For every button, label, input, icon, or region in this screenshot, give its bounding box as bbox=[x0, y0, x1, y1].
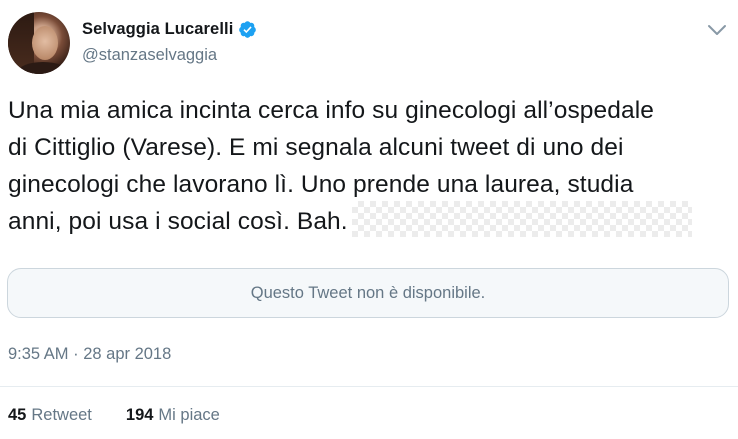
quoted-tweet-unavailable-label: Questo Tweet non è disponibile. bbox=[250, 283, 486, 302]
avatar-face bbox=[32, 26, 58, 60]
redacted-image-placeholder bbox=[351, 200, 692, 237]
quoted-tweet-unavailable[interactable]: Questo Tweet non è disponibile. bbox=[7, 268, 729, 318]
tweet-text-line-content: anni, poi usa i social così. Bah. bbox=[8, 208, 348, 235]
retweets-label: Retweet bbox=[31, 406, 92, 424]
author-handle[interactable]: @stanzaselvaggia bbox=[82, 46, 217, 65]
tweet-text-line: Una mia amica incinta cerca info su gine… bbox=[8, 97, 654, 124]
likes-count: 194 bbox=[125, 406, 154, 424]
avatar-shoulders bbox=[18, 62, 68, 74]
author-name-row[interactable]: Selvaggia Lucarelli bbox=[82, 20, 257, 39]
divider bbox=[0, 386, 738, 387]
verified-badge-icon bbox=[239, 21, 257, 38]
avatar[interactable] bbox=[8, 12, 70, 74]
retweets-count: 45 bbox=[8, 406, 27, 424]
tweet-timestamp[interactable]: 9:35 AM · 28 apr 2018 bbox=[8, 345, 171, 364]
likes-label: Mi piace bbox=[158, 406, 220, 424]
tweet-stats: 45 Retweet 194 Mi piace bbox=[8, 406, 254, 425]
chevron-down-icon[interactable] bbox=[706, 22, 728, 38]
tweet-text-line: anni, poi usa i social così. Bah. bbox=[8, 200, 728, 241]
tweet-text-line: ginecologi che lavorano lì. Uno prende u… bbox=[8, 171, 634, 198]
author-display-name[interactable]: Selvaggia Lucarelli bbox=[82, 20, 233, 39]
likes-stat[interactable]: 194 Mi piace bbox=[126, 406, 220, 425]
retweets-stat[interactable]: 45 Retweet bbox=[8, 406, 92, 425]
tweet-text-line: di Cittiglio (Varese). E mi segnala alcu… bbox=[8, 134, 624, 161]
tweet-card: Selvaggia Lucarelli @stanzaselvaggia Una… bbox=[0, 0, 738, 439]
tweet-text: Una mia amica incinta cerca info su gine… bbox=[8, 92, 728, 241]
